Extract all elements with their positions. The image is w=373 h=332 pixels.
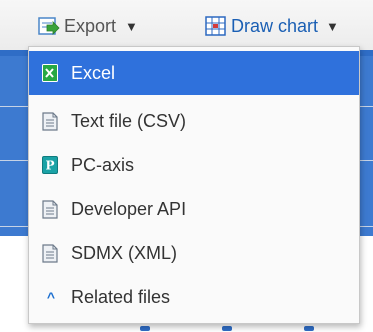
menu-item-label: SDMX (XML) [71,242,178,263]
toolbar: Export ▼ Draw chart ▼ [0,0,373,50]
document-icon [41,199,59,219]
menu-item-label: Excel [71,62,116,83]
menu-item-developer-api[interactable]: Developer API [29,187,359,231]
menu-item-csv[interactable]: Text file (CSV) [29,99,359,143]
table-dot [304,326,314,331]
menu-item-label: Related files [71,286,171,307]
menu-item-pc-axis[interactable]: P PC-axis [29,143,359,187]
pc-axis-icon: P [41,155,59,175]
menu-item-label: Developer API [71,198,187,219]
table-left-column [0,56,28,236]
menu-item-related-files[interactable]: ^ Related files [29,275,359,319]
export-icon [38,17,60,35]
table-dot [140,326,150,331]
export-label: Export [64,15,117,36]
draw-chart-label: Draw chart [231,15,319,36]
table-dot [222,326,232,331]
menu-item-excel[interactable]: Excel [29,51,359,95]
draw-chart-caret-icon: ▼ [326,18,339,34]
draw-chart-button[interactable]: Draw chart ▼ [205,12,339,40]
menu-item-sdmx[interactable]: SDMX (XML) [29,231,359,275]
svg-text:P: P [45,159,54,173]
export-caret-icon: ▼ [125,18,138,34]
export-button[interactable]: Export ▼ [38,12,138,40]
table-right-column [358,56,373,236]
excel-icon [41,63,59,83]
chevron-up-icon: ^ [46,289,56,305]
menu-item-label: Text file (CSV) [71,110,187,131]
document-icon [41,111,59,131]
chart-icon [205,16,226,36]
export-menu: Excel Text file (CSV) P PC-axis Develope… [28,46,360,324]
document-icon [41,243,59,263]
menu-item-label: PC-axis [71,154,135,175]
